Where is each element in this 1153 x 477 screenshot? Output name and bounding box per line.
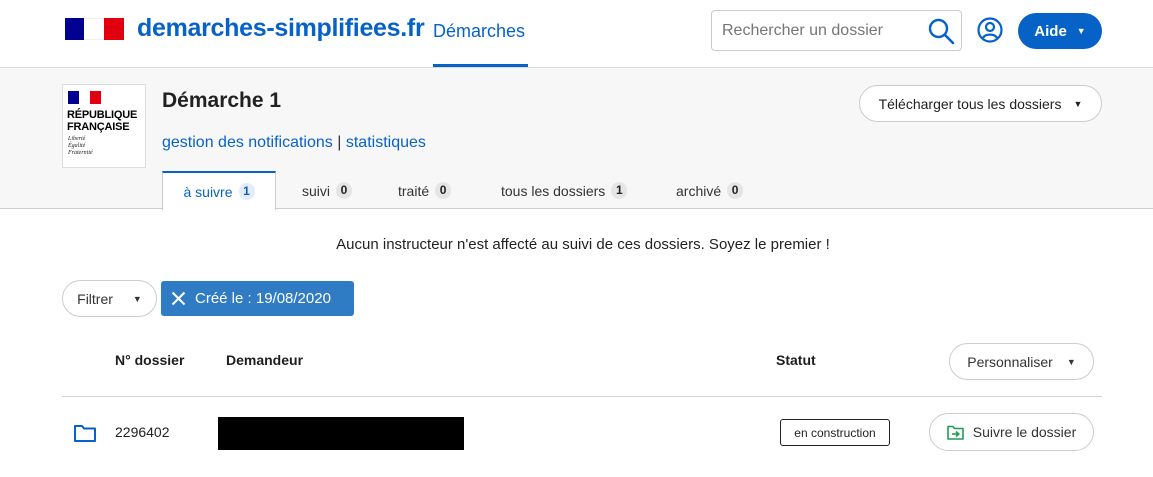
tab-count-badge: 0 bbox=[336, 182, 353, 199]
statistics-link[interactable]: statistiques bbox=[346, 134, 426, 151]
follow-dossier-label: Suivre le dossier bbox=[972, 424, 1077, 440]
download-all-label: Télécharger tous les dossiers bbox=[878, 95, 1062, 112]
follow-dossier-button[interactable]: Suivre le dossier bbox=[929, 413, 1094, 451]
search-input[interactable] bbox=[713, 12, 918, 49]
personnaliser-button[interactable]: Personnaliser ▼ bbox=[949, 343, 1094, 380]
tab-label: suivi bbox=[302, 182, 331, 199]
tab-label: tous les dossiers bbox=[501, 182, 606, 199]
aide-button[interactable]: Aide ▼ bbox=[1018, 13, 1102, 49]
links-separator: | bbox=[337, 134, 342, 151]
notifications-link[interactable]: gestion des notifications bbox=[162, 134, 333, 151]
download-all-button[interactable]: Télécharger tous les dossiers ▼ bbox=[859, 85, 1102, 122]
tab-count-badge: 0 bbox=[727, 182, 744, 199]
caret-down-icon: ▼ bbox=[1076, 26, 1086, 36]
personnaliser-label: Personnaliser bbox=[967, 353, 1053, 370]
no-instructor-notice: Aucun instructeur n'est affecté au suivi… bbox=[336, 236, 830, 253]
site-title[interactable]: demarches-simplifiees.fr bbox=[137, 14, 425, 43]
active-filter-chip[interactable]: Créé le : 19/08/2020 bbox=[161, 281, 354, 316]
tab-count-badge: 1 bbox=[611, 182, 628, 199]
marianne-flag-logo[interactable] bbox=[65, 18, 124, 40]
aide-label: Aide bbox=[1034, 22, 1067, 40]
tab-label: traité bbox=[398, 182, 430, 199]
demandeur-redacted[interactable] bbox=[218, 417, 464, 450]
tab-label: à suivre bbox=[183, 183, 233, 200]
column-header-dossier[interactable]: N° dossier bbox=[115, 352, 184, 368]
filter-button[interactable]: Filtrer ▼ bbox=[62, 280, 157, 317]
top-header: demarches-simplifiees.fr Démarches Aide … bbox=[0, 0, 1153, 68]
rf-logo-text: RÉPUBLIQUE FRANÇAISE bbox=[67, 109, 138, 133]
caret-down-icon: ▼ bbox=[1066, 356, 1076, 367]
tab-suivi[interactable]: suivi 0 bbox=[302, 171, 353, 210]
nav-active-indicator bbox=[433, 64, 528, 67]
filter-label: Filtrer bbox=[77, 290, 113, 307]
folder-follow-icon bbox=[946, 425, 964, 440]
search-icon[interactable] bbox=[927, 17, 955, 45]
tab-tous-les-dossiers[interactable]: tous les dossiers 1 bbox=[501, 171, 628, 210]
status-badge: en construction bbox=[780, 419, 890, 446]
tab-count-badge: 1 bbox=[238, 183, 255, 200]
table-divider bbox=[62, 396, 1102, 397]
nav-demarches[interactable]: Démarches bbox=[433, 21, 525, 42]
dossier-number[interactable]: 2296402 bbox=[115, 424, 170, 440]
rf-flag-icon bbox=[68, 91, 101, 104]
caret-down-icon: ▼ bbox=[1073, 98, 1083, 109]
rf-logo-motto: Liberté Égalité Fraternité bbox=[68, 136, 93, 156]
tab-label: archivé bbox=[676, 182, 722, 199]
active-filter-label: Créé le : 19/08/2020 bbox=[195, 290, 331, 307]
tab-archive[interactable]: archivé 0 bbox=[676, 171, 744, 210]
search-box bbox=[711, 10, 962, 51]
column-header-statut[interactable]: Statut bbox=[776, 352, 816, 368]
tab-a-suivre[interactable]: à suivre 1 bbox=[162, 171, 276, 210]
tab-traite[interactable]: traité 0 bbox=[398, 171, 452, 210]
caret-down-icon: ▼ bbox=[132, 293, 142, 304]
procedure-links: gestion des notifications | statistiques bbox=[162, 134, 426, 152]
tab-count-badge: 0 bbox=[435, 182, 452, 199]
column-header-demandeur[interactable]: Demandeur bbox=[226, 352, 303, 368]
user-account-icon[interactable] bbox=[977, 17, 1003, 43]
close-icon[interactable] bbox=[171, 291, 186, 306]
folder-icon[interactable] bbox=[73, 423, 97, 443]
procedure-title: Démarche 1 bbox=[162, 89, 282, 112]
republique-francaise-logo: RÉPUBLIQUE FRANÇAISE Liberté Égalité Fra… bbox=[62, 84, 146, 168]
